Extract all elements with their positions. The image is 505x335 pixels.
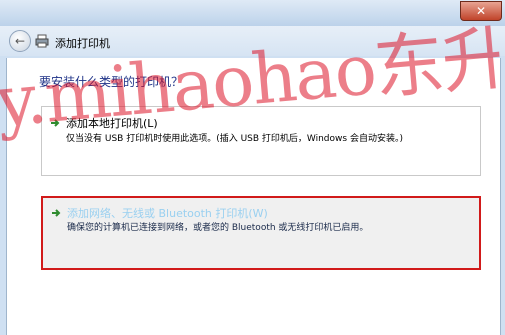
add-network-printer-option[interactable]: 添加网络、无线或 Bluetooth 打印机(W) 确保您的计算机已连接到网络，… <box>41 196 481 270</box>
page-heading: 要安装什么类型的打印机？ <box>39 75 184 89</box>
back-arrow-icon: ← <box>14 34 26 48</box>
close-icon: ✕ <box>475 4 487 18</box>
option-title: 添加本地打印机(L) <box>66 117 158 130</box>
close-button[interactable]: ✕ <box>460 1 502 21</box>
green-arrow-icon <box>52 209 61 217</box>
green-arrow-icon <box>51 119 60 127</box>
add-local-printer-option[interactable]: 添加本地打印机(L) 仅当没有 USB 打印机时使用此选项。(插入 USB 打印… <box>41 106 481 176</box>
printer-icon <box>35 34 49 48</box>
navigation-bar: ← 添加打印机 <box>0 26 505 56</box>
option-description: 仅当没有 USB 打印机时使用此选项。(插入 USB 打印机后，Windows … <box>66 134 403 144</box>
window-title: 添加打印机 <box>55 37 110 50</box>
title-bar: ✕ <box>0 0 505 26</box>
option-title: 添加网络、无线或 Bluetooth 打印机(W) <box>67 207 268 220</box>
option-description: 确保您的计算机已连接到网络，或者您的 Bluetooth 或无线打印机已启用。 <box>67 223 369 233</box>
content-panel: 要安装什么类型的打印机？ 添加本地打印机(L) 仅当没有 USB 打印机时使用此… <box>6 58 501 335</box>
back-button[interactable]: ← <box>9 30 31 52</box>
